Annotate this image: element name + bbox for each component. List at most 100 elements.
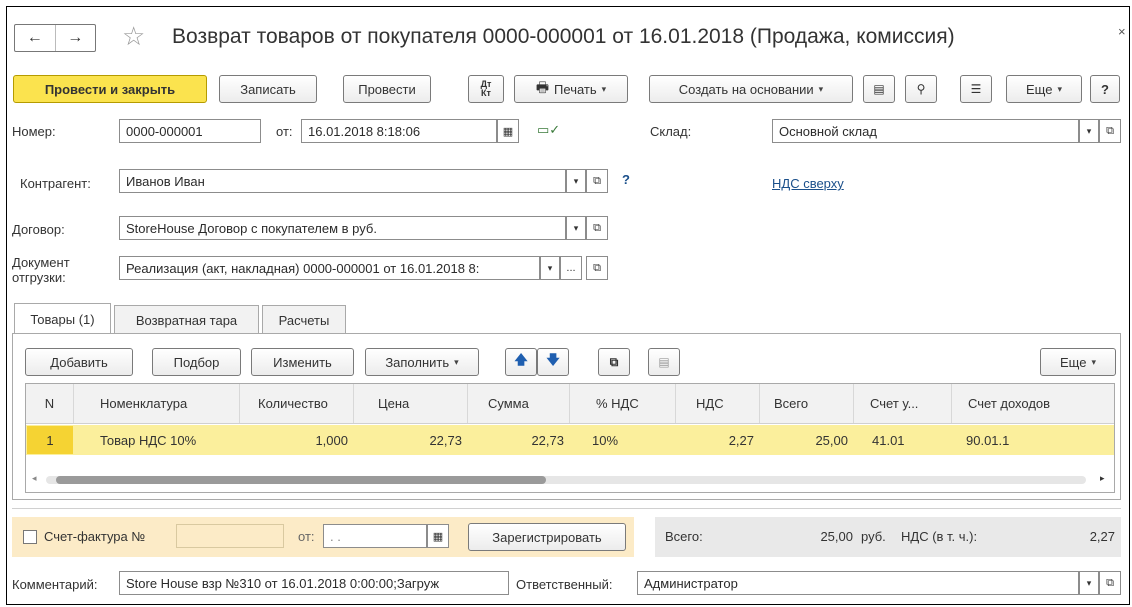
total-value: 25,00	[820, 529, 853, 544]
invoice-date-label: от:	[298, 529, 315, 544]
close-icon[interactable]: ×	[1118, 24, 1126, 39]
table-cell[interactable]: 2,27	[676, 425, 760, 455]
fill-button[interactable]: Заполнить ▾	[365, 348, 479, 376]
post-and-close-button[interactable]: Провести и закрыть	[13, 75, 207, 103]
open-icon[interactable]: ⧉	[586, 169, 608, 193]
chevron-down-icon: ▾	[601, 83, 607, 94]
column-header[interactable]: Всего	[760, 384, 854, 423]
open-icon[interactable]: ⧉	[586, 216, 608, 240]
currency-label: руб.	[861, 529, 886, 544]
chevron-down-icon: ▾	[1091, 356, 1096, 367]
table-cell[interactable]: 25,00	[760, 425, 854, 455]
warehouse-field[interactable]: Основной склад	[772, 119, 1079, 143]
vat-on-top-link[interactable]: НДС сверху	[772, 176, 844, 191]
table-cell[interactable]: 41.01	[854, 425, 952, 455]
number-field[interactable]: 0000-000001	[119, 119, 261, 143]
column-header[interactable]: N	[26, 384, 74, 423]
back-arrow-icon[interactable]: ←	[15, 25, 56, 51]
question-icon[interactable]: ?	[622, 172, 630, 187]
scroll-left-icon[interactable]: ◂	[32, 473, 37, 484]
ellipsis-button[interactable]: ...	[560, 256, 582, 280]
column-header[interactable]: Счет доходов	[952, 384, 1114, 423]
paste-icon[interactable]: ▤	[648, 348, 680, 376]
move-down-icon[interactable]: 🡇	[537, 348, 569, 376]
chevron-down-icon[interactable]: ▾	[540, 256, 560, 280]
scroll-right-icon[interactable]: ▸	[1100, 473, 1105, 484]
invoice-checkbox[interactable]	[23, 530, 37, 544]
move-up-icon[interactable]: 🡅	[505, 348, 537, 376]
column-header[interactable]: Счет у...	[854, 384, 952, 423]
create-based-on-button[interactable]: Создать на основании ▾	[649, 75, 853, 103]
table-cell[interactable]: 22,73	[354, 425, 468, 455]
chevron-down-icon[interactable]: ▾	[566, 216, 586, 240]
responsible-label: Ответственный:	[516, 577, 613, 592]
pick-button[interactable]: Подбор	[152, 348, 241, 376]
check-document-icon[interactable]: ▭✓	[537, 122, 560, 140]
table-cell[interactable]: 22,73	[468, 425, 570, 455]
scroll-thumb[interactable]	[56, 476, 546, 484]
chevron-down-icon: ▾	[454, 356, 459, 367]
window-title: Возврат товаров от покупателя 0000-00000…	[172, 25, 955, 48]
chevron-down-icon[interactable]: ▾	[1079, 571, 1099, 595]
change-button[interactable]: Изменить	[251, 348, 354, 376]
open-icon[interactable]: ⧉	[1099, 571, 1121, 595]
goods-table[interactable]: N Номенклатура Количество Цена Сумма % Н…	[25, 383, 1115, 493]
chevron-down-icon[interactable]: ▾	[1079, 119, 1099, 143]
calendar-icon[interactable]: ▦	[497, 119, 519, 143]
column-header[interactable]: Цена	[354, 384, 468, 423]
number-label: Номер:	[12, 124, 56, 139]
report-icon[interactable]: ☰	[960, 75, 992, 103]
table-more-button[interactable]: Еще ▾	[1040, 348, 1116, 376]
invoice-block: Счет-фактура № от: . . ▦ Зарегистрироват…	[12, 517, 634, 557]
copy-icon[interactable]: ⧉	[598, 348, 630, 376]
attachment-icon[interactable]: ⚲	[905, 75, 937, 103]
shipment-document-label: Документ отгрузки:	[12, 255, 70, 285]
column-header[interactable]: Сумма	[468, 384, 570, 423]
tab-settlements[interactable]: Расчеты	[262, 305, 346, 334]
table-cell[interactable]: 1	[26, 425, 74, 455]
vat-total-value: 2,27	[1089, 529, 1115, 544]
open-icon[interactable]: ⧉	[586, 256, 608, 280]
printer-icon: 🖶	[535, 79, 550, 95]
shipment-document-field[interactable]: Реализация (акт, накладная) 0000-000001 …	[119, 256, 540, 280]
document-icon[interactable]: ▤	[863, 75, 895, 103]
date-label: от:	[276, 124, 293, 139]
counterparty-field[interactable]: Иванов Иван	[119, 169, 566, 193]
print-button[interactable]: 🖶 Печать ▾	[514, 75, 628, 103]
comment-field[interactable]: Store House взр №310 от 16.01.2018 0:00:…	[119, 571, 509, 595]
add-button[interactable]: Добавить	[25, 348, 133, 376]
horizontal-scrollbar[interactable]: ◂ ▸	[32, 472, 1110, 486]
favorite-star-icon[interactable]: ☆	[122, 22, 145, 50]
invoice-number-field[interactable]	[176, 524, 284, 548]
calendar-icon[interactable]: ▦	[427, 524, 449, 548]
table-cell[interactable]: Товар НДС 10%	[74, 425, 240, 455]
chevron-down-icon: ▾	[818, 83, 824, 94]
save-button[interactable]: Записать	[219, 75, 317, 103]
column-header[interactable]: Количество	[240, 384, 354, 423]
table-header: N Номенклатура Количество Цена Сумма % Н…	[26, 384, 1114, 424]
more-button[interactable]: Еще ▾	[1006, 75, 1082, 103]
counterparty-label: Контрагент:	[20, 176, 91, 191]
column-header[interactable]: НДС	[676, 384, 760, 423]
chevron-down-icon[interactable]: ▾	[566, 169, 586, 193]
dt-kt-icon[interactable]: Дт Кт	[468, 75, 504, 103]
invoice-date-field[interactable]: . .	[323, 524, 427, 548]
tab-returnable-packaging[interactable]: Возвратная тара	[114, 305, 259, 334]
help-button[interactable]: ?	[1090, 75, 1120, 103]
tab-goods[interactable]: Товары (1)	[14, 303, 111, 334]
open-icon[interactable]: ⧉	[1099, 119, 1121, 143]
responsible-field[interactable]: Администратор	[637, 571, 1079, 595]
comment-label: Комментарий:	[12, 577, 98, 592]
invoice-label: Счет-фактура №	[44, 529, 146, 544]
column-header[interactable]: Номенклатура	[74, 384, 240, 423]
table-cell[interactable]: 10%	[570, 425, 676, 455]
contract-field[interactable]: StoreHouse Договор с покупателем в руб.	[119, 216, 566, 240]
date-field[interactable]: 16.01.2018 8:18:06	[301, 119, 497, 143]
post-button[interactable]: Провести	[343, 75, 431, 103]
forward-arrow-icon[interactable]: →	[56, 25, 96, 51]
table-row[interactable]: 1 Товар НДС 10% 1,000 22,73 22,73 10% 2,…	[26, 425, 1114, 455]
column-header[interactable]: % НДС	[570, 384, 676, 423]
table-cell[interactable]: 1,000	[240, 425, 354, 455]
register-button[interactable]: Зарегистрировать	[468, 523, 626, 551]
table-cell[interactable]: 90.01.1	[952, 425, 1114, 455]
